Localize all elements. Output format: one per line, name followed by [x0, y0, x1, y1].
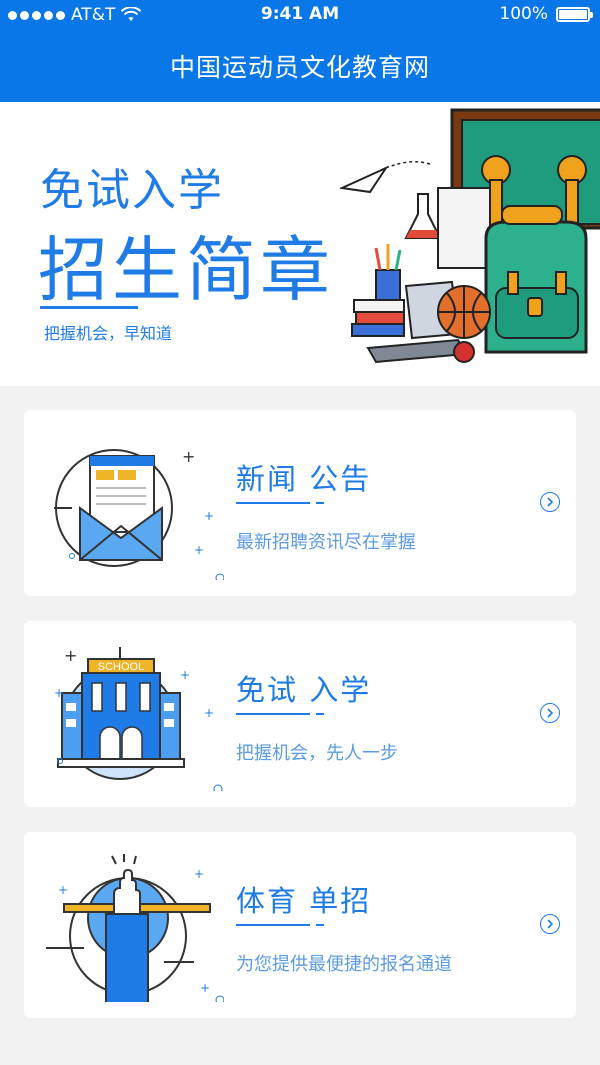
- svg-text:+: +: [58, 883, 68, 897]
- school-supplies-illustration: [340, 108, 600, 364]
- card-underline: [236, 924, 310, 926]
- raised-hand-icon: + + +: [46, 854, 224, 1002]
- battery-icon: [556, 6, 593, 22]
- status-bar: AT&T 9:41 AM 100%: [0, 0, 600, 30]
- svg-text:+: +: [200, 981, 210, 995]
- school-building-icon: SCHOOL + + + +: [54, 646, 223, 791]
- svg-text:+: +: [180, 668, 190, 682]
- card-title: 体育 单招: [236, 884, 372, 918]
- page-title: 中国运动员文化教育网: [169, 53, 430, 82]
- chevron-right-icon[interactable]: [540, 914, 560, 934]
- banner-title: 招生简章: [38, 229, 334, 311]
- svg-text:+: +: [194, 867, 204, 881]
- card-title: 免试 入学: [236, 673, 372, 707]
- news-announcement-card[interactable]: + + + 新闻 公告 最新招聘资讯尽在掌握: [24, 410, 576, 596]
- svg-text:+: +: [204, 706, 214, 720]
- hero-banner[interactable]: 免试入学 招生简章 把握机会，早知道: [0, 102, 600, 386]
- svg-text:+: +: [194, 543, 204, 557]
- svg-text:+: +: [204, 509, 214, 523]
- school-sign-label: SCHOOL: [98, 661, 144, 673]
- nav-bar: 中国运动员文化教育网: [0, 30, 600, 102]
- svg-text:+: +: [64, 646, 77, 665]
- sports-admission-card[interactable]: + + + 体育 单招 为您提供最便捷的报名通道: [24, 832, 576, 1018]
- card-title: 新闻 公告: [236, 462, 372, 496]
- status-right: 100%: [499, 4, 593, 24]
- svg-text:+: +: [54, 686, 64, 700]
- envelope-icon: + + +: [54, 447, 224, 580]
- card-underline-dot: [316, 924, 324, 926]
- card-underline: [236, 713, 310, 715]
- card-description: 为您提供最便捷的报名通道: [236, 954, 452, 975]
- svg-text:+: +: [182, 447, 195, 466]
- card-underline-dot: [316, 502, 324, 504]
- chevron-right-icon[interactable]: [540, 703, 560, 723]
- banner-subtitle: 免试入学: [40, 165, 224, 216]
- chevron-right-icon[interactable]: [540, 492, 560, 512]
- exam-free-admission-card[interactable]: SCHOOL + + + + 免试 入学 把握机会，先人一步: [24, 621, 576, 807]
- card-description: 最新招聘资讯尽在掌握: [236, 532, 416, 553]
- battery-percent: 100%: [499, 4, 548, 24]
- card-underline-dot: [316, 713, 324, 715]
- card-description: 把握机会，先人一步: [236, 743, 398, 764]
- card-underline: [236, 502, 310, 504]
- banner-tagline: 把握机会，早知道: [44, 324, 173, 343]
- banner-divider: [40, 306, 138, 309]
